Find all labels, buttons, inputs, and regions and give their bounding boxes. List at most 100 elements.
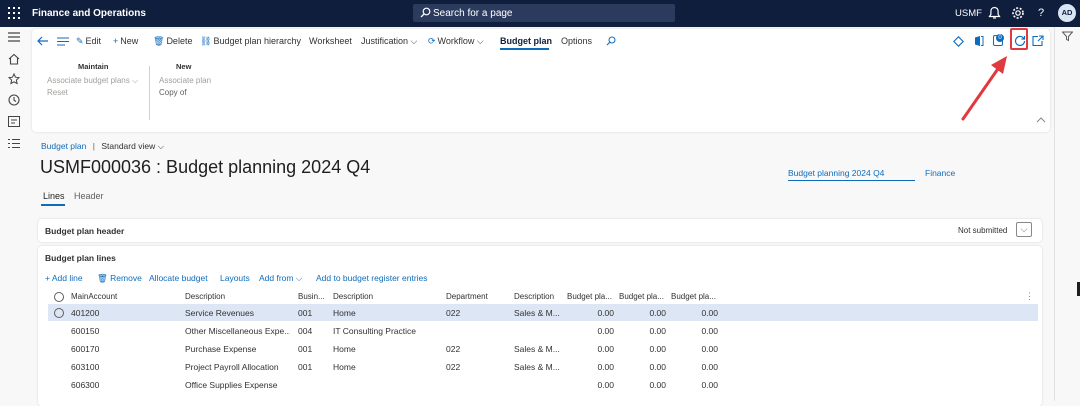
table-row[interactable]: 606300 Office Supplies Expense 0.00 0.00…	[48, 376, 1038, 393]
cell-amount[interactable]: 0.00	[619, 326, 666, 336]
app-launcher-icon[interactable]	[8, 7, 20, 19]
budget-plan-hierarchy-button[interactable]: ⛓ Budget plan hierarchy	[200, 36, 301, 47]
justification-menu[interactable]: Justification ⌵	[361, 36, 417, 47]
office-icon[interactable]	[974, 35, 984, 47]
column-header-description[interactable]: Description	[514, 292, 564, 301]
column-header-budget-plan-1[interactable]: Budget pla...	[567, 292, 617, 301]
cell-amount[interactable]: 0.00	[567, 344, 614, 354]
breadcrumb-budget-plan-link[interactable]: Budget plan	[41, 141, 86, 151]
cell-description[interactable]: Service Revenues	[185, 308, 290, 318]
search-box[interactable]: Search for a page	[413, 4, 675, 22]
notification-bell-icon[interactable]	[988, 6, 1001, 20]
view-selector[interactable]: Standard view ⌵	[101, 141, 164, 151]
modules-list-icon[interactable]	[8, 138, 20, 149]
settings-gear-icon[interactable]	[1011, 6, 1025, 20]
tab-lines[interactable]: Lines	[43, 191, 65, 201]
column-header-mainaccount[interactable]: MainAccount	[71, 292, 176, 301]
add-from-menu[interactable]: Add from ⌵	[259, 273, 302, 284]
cell-description[interactable]: Home	[333, 344, 441, 354]
workspaces-icon[interactable]	[8, 116, 20, 127]
cell-description[interactable]: IT Consulting Practice	[333, 326, 441, 336]
column-header-business-unit[interactable]: Busin...	[298, 292, 328, 301]
cell-description[interactable]: Purchase Expense	[185, 344, 290, 354]
column-header-description[interactable]: Description	[185, 292, 290, 301]
finance-field[interactable]: Finance	[925, 168, 955, 178]
new-button[interactable]: + New	[113, 36, 138, 46]
cell-amount[interactable]: 0.00	[671, 344, 718, 354]
cell-amount[interactable]: 0.00	[671, 308, 718, 318]
cell-description[interactable]: Office Supplies Expense	[185, 380, 290, 390]
budget-plan-header-section[interactable]: Budget plan header Not submitted ⌵	[38, 219, 1042, 242]
copy-of-button[interactable]: Copy of	[159, 88, 187, 97]
user-avatar[interactable]: AD	[1058, 4, 1076, 22]
cell-business-unit[interactable]: 001	[298, 344, 312, 354]
hamburger-menu-icon[interactable]	[8, 32, 20, 42]
cell-mainaccount[interactable]: 600150	[71, 326, 99, 336]
layouts-button[interactable]: Layouts	[220, 273, 250, 283]
search-icon[interactable]	[606, 36, 616, 46]
open-in-new-window-icon[interactable]	[1032, 35, 1044, 46]
add-line-button[interactable]: + Add line	[45, 273, 83, 283]
cell-description[interactable]: Home	[333, 308, 441, 318]
table-row[interactable]: 603100 Project Payroll Allocation 001 Ho…	[48, 358, 1038, 375]
home-icon[interactable]	[8, 53, 20, 65]
cell-amount[interactable]: 0.00	[567, 380, 614, 390]
table-row[interactable]: 401200 Service Revenues 001 Home 022 Sal…	[48, 304, 1038, 321]
cell-mainaccount[interactable]: 606300	[71, 380, 99, 390]
more-options-icon[interactable]: ⋮	[1025, 291, 1034, 302]
expand-section-button[interactable]: ⌵	[1016, 222, 1032, 237]
column-header-department[interactable]: Department	[446, 292, 506, 301]
table-row[interactable]: 600150 Other Miscellaneous Expe... 004 I…	[48, 322, 1038, 339]
cell-amount[interactable]: 0.00	[567, 308, 614, 318]
cell-description[interactable]: Home	[333, 362, 441, 372]
cell-mainaccount[interactable]: 401200	[71, 308, 99, 318]
collapse-chevron-up-icon[interactable]	[1036, 117, 1046, 123]
cell-mainaccount[interactable]: 603100	[71, 362, 99, 372]
cell-amount[interactable]: 0.00	[671, 380, 718, 390]
cell-amount[interactable]: 0.00	[619, 344, 666, 354]
recent-clock-icon[interactable]	[8, 94, 20, 106]
filter-funnel-icon[interactable]	[1062, 31, 1073, 42]
edit-button[interactable]: ✎ Edit	[76, 36, 101, 47]
cell-amount[interactable]: 0.00	[567, 362, 614, 372]
menu-lines-icon[interactable]	[57, 37, 69, 46]
tab-budget-plan[interactable]: Budget plan	[500, 36, 552, 46]
tab-options[interactable]: Options	[561, 36, 592, 46]
cell-description[interactable]: Sales & M...	[514, 344, 564, 354]
cell-business-unit[interactable]: 004	[298, 326, 312, 336]
cell-amount[interactable]: 0.00	[619, 362, 666, 372]
cell-mainaccount[interactable]: 600170	[71, 344, 99, 354]
associate-budget-plans-button[interactable]: Associate budget plans ⌵	[47, 76, 138, 86]
table-row[interactable]: 600170 Purchase Expense 001 Home 022 Sal…	[48, 340, 1038, 357]
cell-amount[interactable]: 0.00	[567, 326, 614, 336]
cell-department[interactable]: 022	[446, 362, 460, 372]
cell-description[interactable]: Sales & M...	[514, 308, 564, 318]
select-all-radio[interactable]	[54, 292, 64, 302]
column-header-budget-plan-2[interactable]: Budget pla...	[619, 292, 669, 301]
cell-amount[interactable]: 0.00	[619, 380, 666, 390]
delete-button[interactable]: 🗑 Delete	[153, 36, 192, 47]
reset-button[interactable]: Reset	[47, 88, 68, 97]
cell-business-unit[interactable]: 001	[298, 308, 312, 318]
notifications-icon[interactable]: 0	[993, 34, 1004, 47]
back-arrow-icon[interactable]	[37, 36, 49, 46]
cell-description[interactable]: Other Miscellaneous Expe...	[185, 326, 290, 336]
workflow-menu[interactable]: ⟳ Workflow ⌵	[428, 36, 484, 47]
cell-department[interactable]: 022	[446, 308, 460, 318]
cell-description[interactable]: Sales & M...	[514, 362, 564, 372]
help-icon[interactable]: ?	[1034, 6, 1048, 20]
cell-business-unit[interactable]: 001	[298, 362, 312, 372]
cell-department[interactable]: 022	[446, 344, 460, 354]
budget-plan-name-field[interactable]: Budget planning 2024 Q4	[788, 168, 915, 181]
company-selector[interactable]: USMF	[955, 8, 982, 19]
cell-amount[interactable]: 0.00	[619, 308, 666, 318]
cell-amount[interactable]: 0.00	[671, 326, 718, 336]
app-title[interactable]: Finance and Operations	[32, 8, 146, 19]
add-to-budget-register-button[interactable]: Add to budget register entries	[316, 273, 428, 283]
diamond-link-icon[interactable]	[953, 36, 964, 47]
row-select-radio[interactable]	[54, 308, 64, 318]
associate-plan-button[interactable]: Associate plan	[159, 76, 211, 85]
worksheet-button[interactable]: Worksheet	[309, 36, 352, 46]
tab-header[interactable]: Header	[74, 191, 104, 201]
cell-amount[interactable]: 0.00	[671, 362, 718, 372]
